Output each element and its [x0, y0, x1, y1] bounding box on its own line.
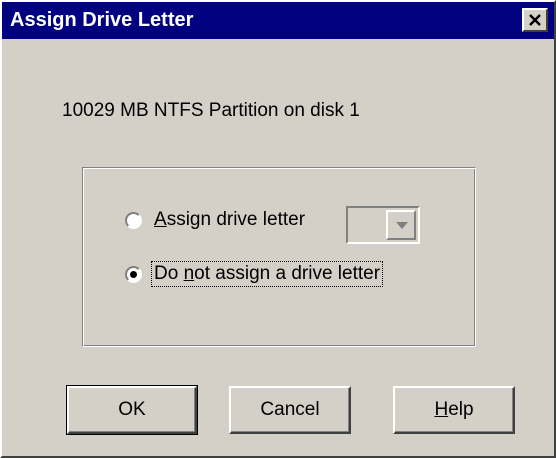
- window-title: Assign Drive Letter: [10, 9, 194, 31]
- assign-drive-letter-radio[interactable]: Assign drive letter: [125, 208, 307, 232]
- assign-drive-letter-label: Assign drive letter: [154, 209, 306, 230]
- partition-info-label: 10029 MB NTFS Partition on disk 1: [62, 100, 360, 121]
- do-not-assign-label: Do not assign a drive letter: [150, 261, 384, 287]
- drive-letter-option-group: Assign drive letter Do not assign a driv…: [82, 167, 476, 347]
- radio-selected-dot: [130, 270, 137, 278]
- help-rest: elp: [448, 399, 474, 420]
- dropdown-arrow-button[interactable]: [386, 210, 416, 240]
- drive-letter-dropdown[interactable]: [346, 206, 420, 244]
- close-icon: [529, 14, 541, 26]
- help-accel: H: [434, 399, 449, 420]
- do-not-assign-radio-circle[interactable]: [125, 265, 142, 283]
- do-not-assign-radio[interactable]: Do not assign a drive letter: [125, 261, 384, 287]
- cancel-button[interactable]: Cancel: [229, 386, 351, 434]
- title-bar[interactable]: Assign Drive Letter: [2, 2, 554, 39]
- close-button[interactable]: [522, 8, 548, 32]
- chevron-down-icon: [396, 222, 408, 229]
- assign-drive-letter-dialog: Assign Drive Letter 10029 MB NTFS Partit…: [0, 0, 556, 458]
- ok-button[interactable]: OK: [66, 385, 198, 435]
- help-button[interactable]: Help: [393, 386, 515, 434]
- assign-radio-circle[interactable]: [125, 211, 142, 229]
